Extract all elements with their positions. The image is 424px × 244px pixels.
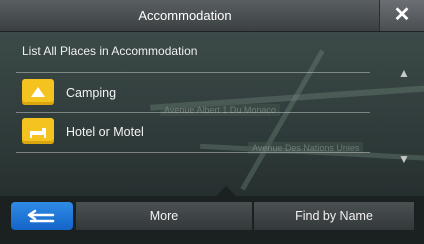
list-all-places-item[interactable]: List All Places in Accommodation [22,44,197,58]
map-pointer-icon [216,186,236,196]
close-button[interactable]: ✕ [379,0,424,31]
scroll-up-icon: ▲ [398,66,410,80]
scroll-down-button[interactable]: ▼ [396,152,412,166]
divider [16,152,370,153]
list-item[interactable]: Hotel or Motel [16,113,370,151]
camping-icon [22,79,54,105]
hotel-icon [22,118,54,144]
list-item-label: Hotel or Motel [66,125,144,139]
list-item[interactable]: Camping [16,74,370,112]
accommodation-screen: Avenue Albert 1 Du Monaco Avenue Des Nat… [0,0,424,244]
list-item-label: Camping [66,86,117,100]
page-title: Accommodation [138,8,232,23]
find-by-name-button[interactable]: Find by Name [254,202,414,230]
scroll-down-icon: ▼ [398,152,410,166]
more-button[interactable]: More [76,202,252,230]
scroll-up-button[interactable]: ▲ [396,66,412,80]
close-icon: ✕ [393,4,411,26]
divider [16,72,370,73]
title-bar: Accommodation ✕ [0,0,424,32]
bottom-toolbar: More Find by Name [0,196,424,244]
back-icon [27,209,55,223]
back-button[interactable] [11,202,73,230]
